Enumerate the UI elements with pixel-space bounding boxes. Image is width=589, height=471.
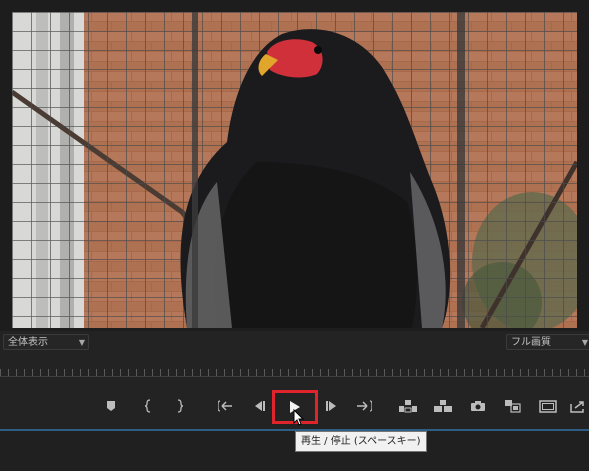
video-frame [12,12,577,328]
export-frame-button[interactable] [467,397,489,415]
step-forward-button[interactable] [320,397,342,415]
chevron-down-icon: ▼ [78,338,85,347]
export-icon [570,400,584,413]
go-to-in-icon [218,400,232,412]
lift-icon [399,400,417,413]
camera-icon [471,401,485,411]
ruler-ticks [0,369,589,376]
play-stop-tooltip: 再生 / 停止 (スペースキー) [295,431,427,452]
monitor-settings-bar: 全体表示 ▼ フル画質 ▼ [0,331,589,355]
step-back-button[interactable] [248,397,270,415]
safe-margins-icon [539,399,557,413]
video-image [12,12,577,328]
marker-icon [107,401,115,411]
step-back-icon [254,401,265,411]
mouse-cursor-icon [293,409,305,426]
timeline-ruler[interactable] [0,357,589,383]
step-forward-icon [325,401,336,411]
extract-button[interactable] [432,397,454,415]
mark-in-button[interactable] [137,397,159,415]
extract-icon [434,400,452,412]
lift-button[interactable] [397,397,419,415]
chevron-down-icon: ▼ [581,338,588,347]
compare-view-icon [505,400,521,413]
go-to-out-icon [357,400,372,412]
go-to-out-button[interactable] [353,397,375,415]
playback-quality-select[interactable]: フル画質 ▼ [506,334,589,350]
zoom-level-value: 全体表示 [8,337,48,348]
mark-in-icon [144,399,151,413]
add-marker-button[interactable] [100,397,122,415]
export-button[interactable] [568,397,588,415]
mark-out-icon [177,399,184,413]
playback-quality-value: フル画質 [511,337,551,348]
program-monitor [0,0,589,331]
compare-view-button[interactable] [502,397,524,415]
go-to-in-button[interactable] [215,397,237,415]
safe-margins-button[interactable] [537,397,559,415]
zoom-level-select[interactable]: 全体表示 ▼ [3,334,89,350]
ruler-baseline [0,376,589,377]
mark-out-button[interactable] [169,397,191,415]
